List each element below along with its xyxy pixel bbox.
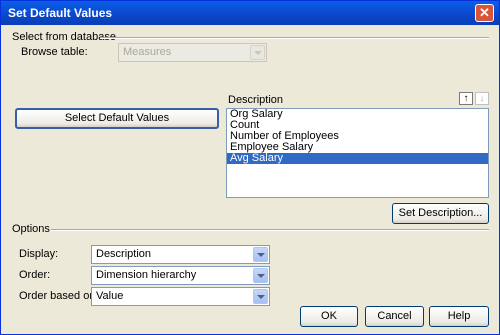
cancel-button[interactable]: Cancel <box>365 306 424 327</box>
divider <box>101 37 489 39</box>
browse-table-select[interactable]: Measures <box>118 43 267 62</box>
arrow-down-icon: ↓ <box>479 93 485 104</box>
section-options: Options <box>12 223 50 235</box>
browse-table-value: Measures <box>123 46 172 58</box>
list-item[interactable]: Org Salary <box>227 109 488 120</box>
chevron-down-icon <box>253 289 268 304</box>
order-based-on-select[interactable]: Value <box>91 287 270 306</box>
dialog-window: Set Default Values ✕ Select from databas… <box>0 0 500 335</box>
select-default-values-button[interactable]: Select Default Values <box>15 108 219 129</box>
set-description-button[interactable]: Set Description... <box>392 203 489 224</box>
divider <box>51 229 489 231</box>
order-value: Dimension hierarchy <box>96 269 197 281</box>
order-based-on-label: Order based on: <box>19 290 99 302</box>
description-label: Description <box>228 94 284 106</box>
ok-button[interactable]: OK <box>300 306 358 327</box>
title-bar[interactable]: Set Default Values ✕ <box>1 1 499 25</box>
list-item-selected[interactable]: Avg Salary <box>227 153 488 164</box>
move-up-button[interactable]: ↑ <box>459 92 473 105</box>
arrow-up-icon: ↑ <box>463 93 469 104</box>
close-button[interactable]: ✕ <box>475 4 494 22</box>
order-label: Order: <box>19 269 51 281</box>
help-button[interactable]: Help <box>429 306 489 327</box>
chevron-down-icon <box>250 45 265 60</box>
description-list[interactable]: Org Salary Count Number of Employees Emp… <box>226 108 489 198</box>
order-select[interactable]: Dimension hierarchy <box>91 266 270 285</box>
chevron-down-icon <box>253 247 268 262</box>
display-select[interactable]: Description <box>91 245 270 264</box>
window-title: Set Default Values <box>8 6 113 20</box>
browse-table-label: Browse table: <box>21 46 88 58</box>
chevron-down-icon <box>253 268 268 283</box>
close-icon: ✕ <box>479 5 490 20</box>
order-based-on-value: Value <box>96 290 124 302</box>
display-value: Description <box>96 248 152 260</box>
display-label: Display: <box>19 248 59 260</box>
move-down-button[interactable]: ↓ <box>475 92 489 105</box>
